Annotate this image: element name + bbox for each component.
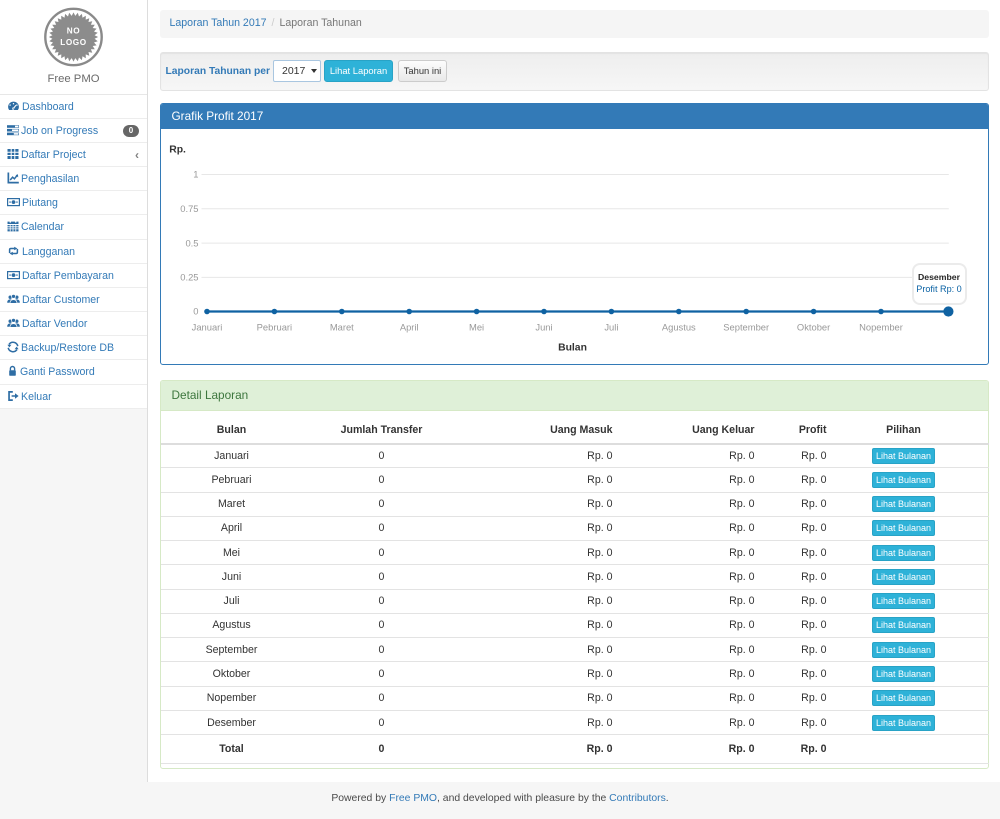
svg-text:Bulan: Bulan [558, 343, 587, 354]
svg-text:1: 1 [193, 169, 198, 180]
svg-text:0: 0 [193, 306, 198, 317]
svg-text:0.5: 0.5 [185, 237, 198, 248]
svg-text:NO: NO [67, 27, 81, 36]
svg-text:Nopember: Nopember [859, 322, 903, 333]
svg-text:LOGO: LOGO [60, 38, 87, 47]
svg-text:Januari: Januari [191, 322, 222, 333]
svg-text:0.75: 0.75 [180, 203, 198, 214]
svg-text:Rp.: Rp. [169, 144, 186, 155]
svg-text:Juni: Juni [535, 322, 552, 333]
svg-text:Pebruari: Pebruari [256, 322, 291, 333]
svg-text:Juli: Juli [604, 322, 618, 333]
svg-text:Agustus: Agustus [661, 322, 695, 333]
svg-text:Oktober: Oktober [796, 322, 829, 333]
svg-text:September: September [723, 322, 769, 333]
svg-text:Mei: Mei [469, 322, 484, 333]
svg-text:Maret: Maret [329, 322, 353, 333]
svg-text:0.25: 0.25 [180, 272, 198, 283]
svg-text:April: April [399, 322, 418, 333]
